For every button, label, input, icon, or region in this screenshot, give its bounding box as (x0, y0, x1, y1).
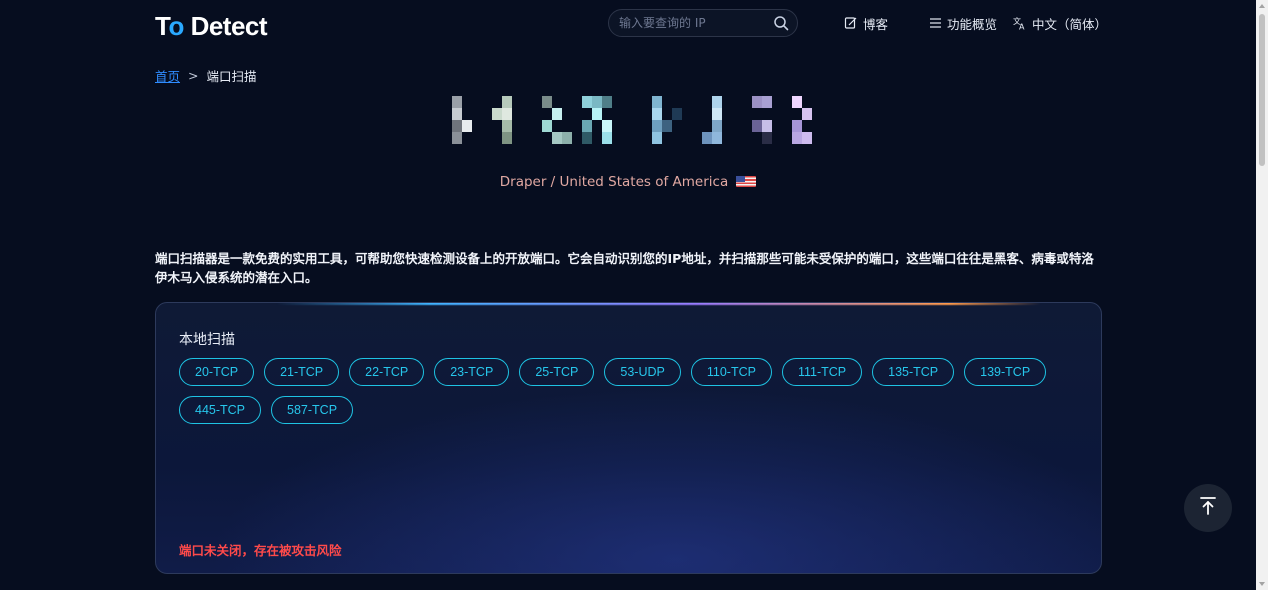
ip-mosaic-block (602, 96, 612, 108)
ip-mosaic-block (452, 120, 462, 132)
ip-mosaic-block (652, 120, 662, 132)
ip-mosaic-block (502, 108, 512, 120)
ip-mosaic-block (552, 132, 562, 144)
ip-mosaic-block (582, 96, 592, 108)
breadcrumb: 首页 > 端口扫描 (155, 66, 257, 85)
nav-features-label: 功能概览 (947, 16, 998, 32)
us-flag-icon (736, 176, 757, 187)
ip-mosaic-block (752, 120, 762, 132)
ip-mosaic-block (452, 132, 462, 144)
ip-mosaic-block (502, 132, 512, 144)
port-button[interactable]: 25-TCP (519, 358, 595, 386)
ip-search-box (608, 9, 798, 37)
ip-mosaic-block (452, 96, 462, 108)
ip-mosaic-block (502, 96, 512, 108)
port-button[interactable]: 587-TCP (271, 396, 354, 424)
nav-blog[interactable]: 博客 (844, 14, 888, 32)
translate-icon: 文A (1013, 16, 1027, 30)
menu-icon (929, 17, 942, 29)
ip-mosaic-block (792, 120, 802, 132)
ip-location: Draper / United States of America (0, 174, 1256, 190)
ip-mosaic-block (492, 108, 502, 120)
edit-icon (844, 16, 858, 30)
nav-language[interactable]: 文A 中文（简体） (1013, 14, 1107, 32)
ip-mosaic-block (662, 120, 672, 132)
search-icon[interactable] (773, 15, 789, 31)
ip-mosaic-block (762, 120, 772, 132)
ip-mosaic-block (702, 132, 712, 144)
ip-mosaic-block (562, 132, 572, 144)
ip-mosaic-block (582, 132, 592, 144)
port-button[interactable]: 111-TCP (781, 358, 863, 386)
port-button[interactable]: 445-TCP (179, 396, 262, 424)
nav-features[interactable]: 功能概览 (929, 14, 997, 32)
scrollbar-thumb[interactable] (1259, 14, 1265, 166)
ip-mosaic-block (542, 120, 552, 132)
ip-address-pixelated (452, 96, 816, 144)
port-risk-warning: 端口未关闭，存在被攻击风险 (179, 543, 342, 558)
ip-mosaic-block (652, 108, 662, 120)
ip-mosaic-block (792, 96, 802, 108)
site-logo[interactable]: To Detect (155, 10, 268, 42)
location-text: Draper / United States of America (499, 174, 729, 190)
local-scan-card: 本地扫描 20-TCP 21-TCP 22-TCP 23-TCP 25-TCP … (155, 302, 1102, 574)
nav-blog-label: 博客 (863, 16, 889, 32)
ip-mosaic-block (712, 120, 722, 132)
arrow-up-to-line-icon (1199, 496, 1217, 520)
page-scrollbar[interactable] (1256, 0, 1268, 590)
ip-mosaic-block (672, 108, 682, 120)
svg-text:A: A (1019, 23, 1025, 31)
port-button[interactable]: 139-TCP (964, 358, 1047, 386)
ip-mosaic-block (712, 96, 722, 108)
ip-mosaic-block (452, 108, 462, 120)
ip-mosaic-block (792, 132, 802, 144)
scroll-up-arrow-icon[interactable] (1259, 4, 1265, 8)
ip-mosaic-block (602, 132, 612, 144)
ip-mosaic-block (582, 120, 592, 132)
ip-mosaic-block (552, 108, 562, 120)
port-button[interactable]: 21-TCP (264, 358, 340, 386)
port-button[interactable]: 23-TCP (434, 358, 510, 386)
ip-mosaic-block (602, 120, 612, 132)
ip-mosaic-block (542, 96, 552, 108)
ip-search-input[interactable] (619, 16, 773, 30)
port-button[interactable]: 135-TCP (872, 358, 955, 386)
scroll-down-arrow-icon[interactable] (1259, 582, 1265, 586)
ip-mosaic-block (762, 132, 772, 144)
ip-mosaic-block (762, 96, 772, 108)
port-button[interactable]: 20-TCP (179, 358, 255, 386)
ip-mosaic-block (462, 120, 472, 132)
local-scan-title: 本地扫描 (179, 332, 235, 348)
back-to-top-button[interactable] (1184, 484, 1232, 532)
site-header: To Detect 博客 功能概览 文A 中文（简体） (0, 0, 1256, 46)
ip-mosaic-block (752, 96, 762, 108)
tool-description: 端口扫描器是一款免费的实用工具，可帮助您快速检测设备上的开放端口。它会自动识别您… (155, 251, 1094, 285)
ip-mosaic-block (652, 132, 662, 144)
port-button[interactable]: 53-UDP (604, 358, 681, 386)
port-button[interactable]: 110-TCP (690, 358, 772, 386)
ip-mosaic-block (802, 108, 812, 120)
breadcrumb-current: 端口扫描 (206, 69, 257, 84)
ip-mosaic-block (802, 132, 812, 144)
ip-mosaic-block (502, 120, 512, 132)
breadcrumb-home-link[interactable]: 首页 (155, 66, 180, 85)
ip-mosaic-block (592, 108, 602, 120)
nav-language-label: 中文（简体） (1032, 16, 1108, 32)
ip-mosaic-block (712, 108, 722, 120)
port-list: 20-TCP 21-TCP 22-TCP 23-TCP 25-TCP 53-UD… (179, 358, 1079, 424)
breadcrumb-separator: > (188, 68, 199, 83)
ip-mosaic-block (592, 96, 602, 108)
ip-mosaic-block (652, 96, 662, 108)
card-top-glow (276, 303, 1041, 305)
ip-mosaic-block (712, 132, 722, 144)
port-button[interactable]: 22-TCP (349, 358, 425, 386)
